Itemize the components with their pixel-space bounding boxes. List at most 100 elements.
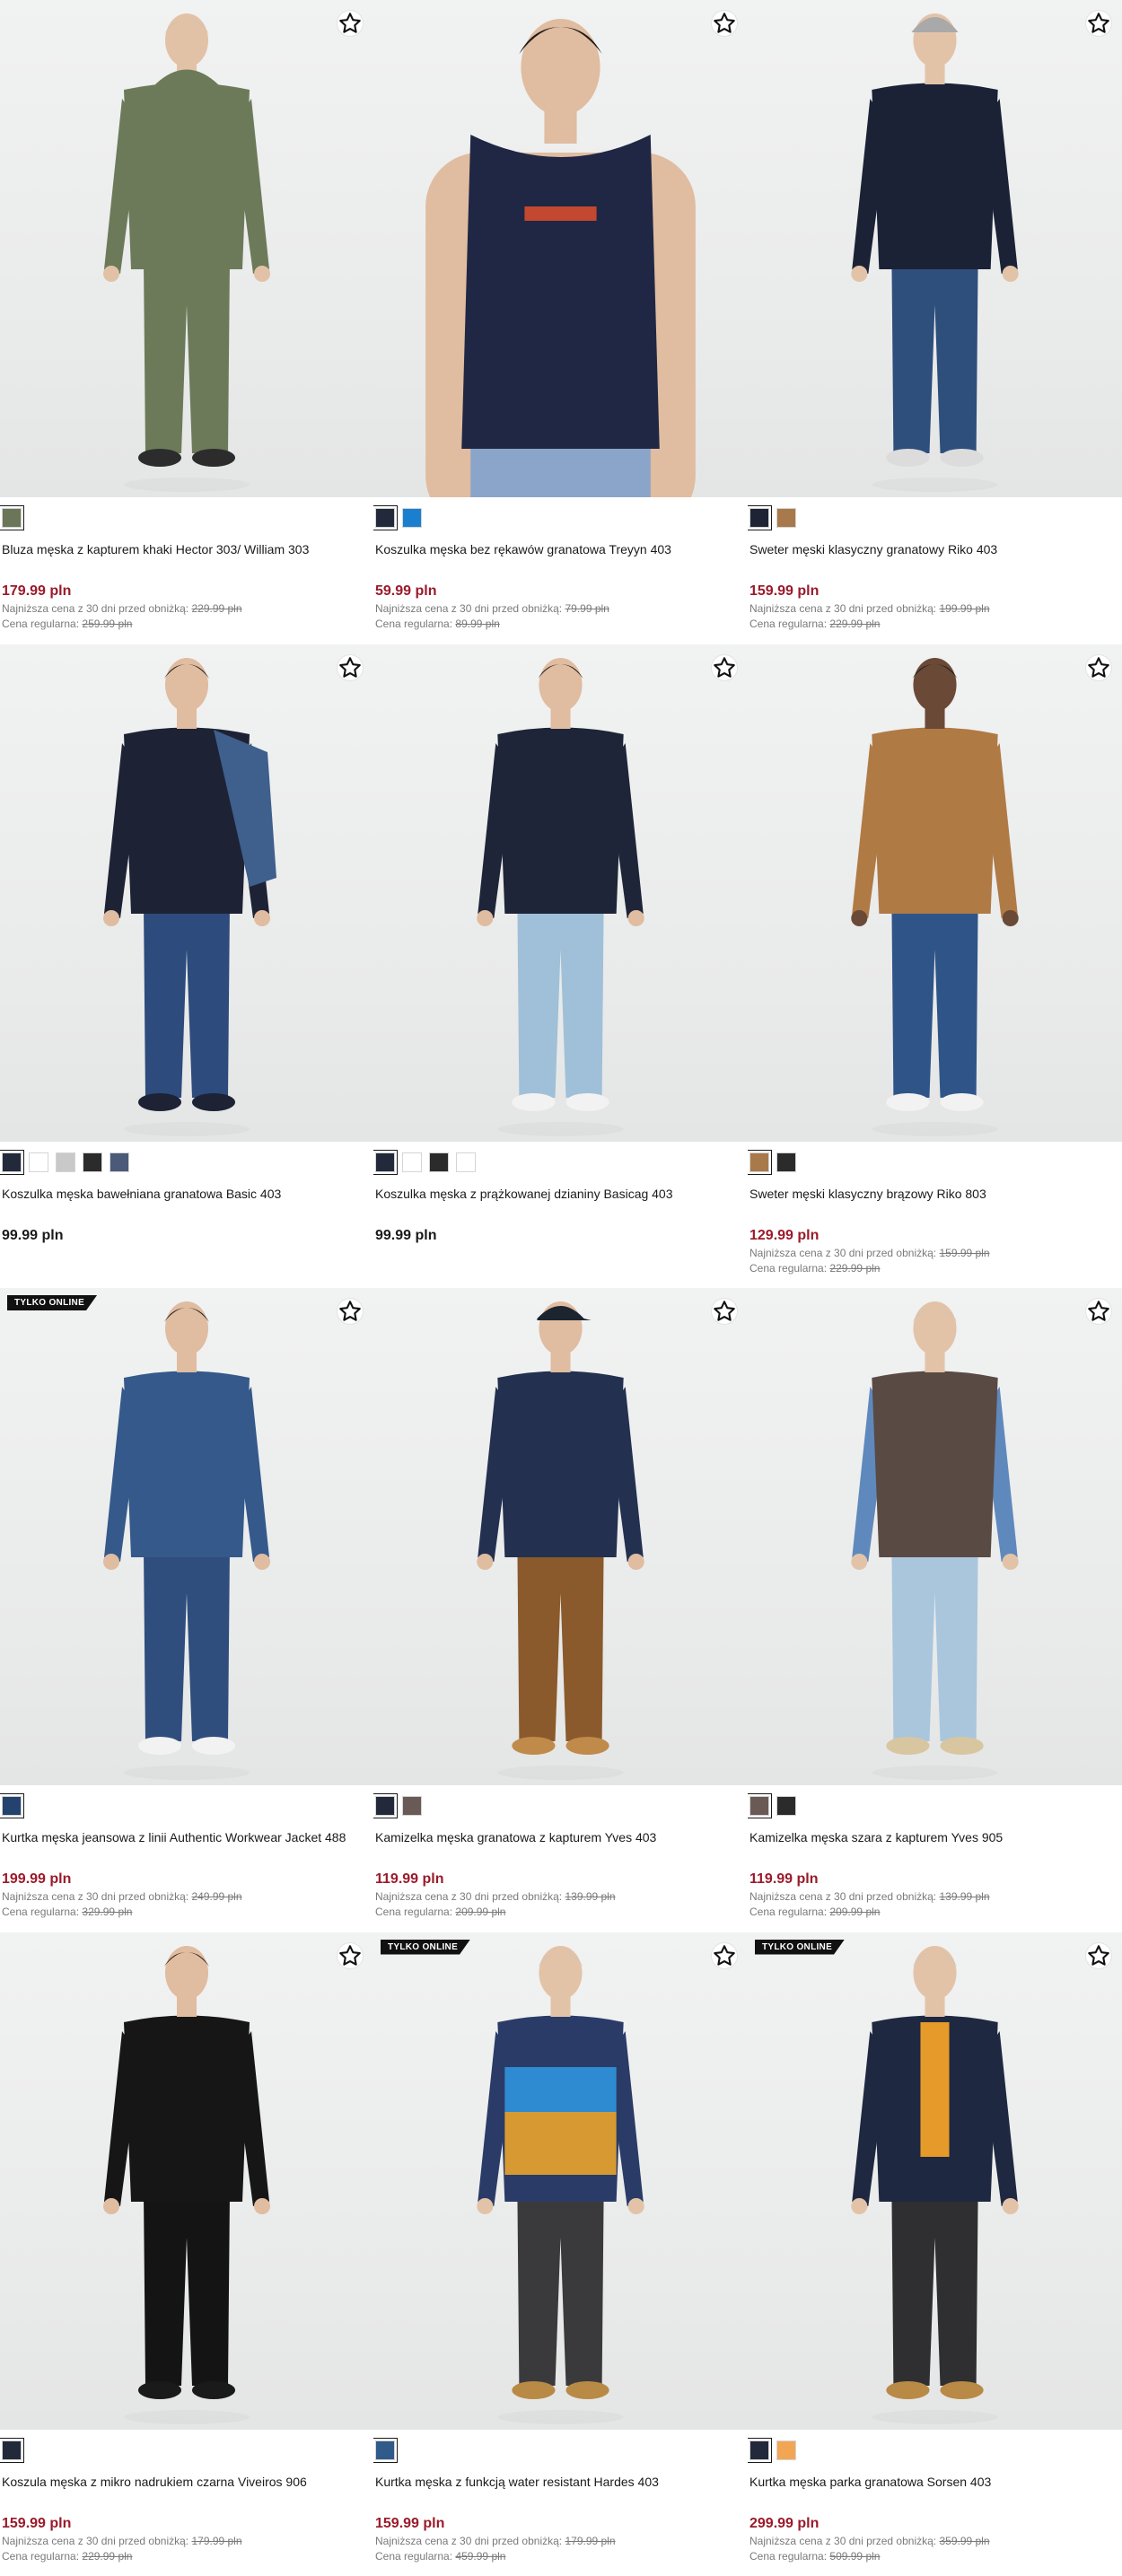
product-card[interactable]: Koszulka męska bawełniana granatowa Basi… [0,644,373,1289]
product-photo[interactable]: TYLKO ONLINE [0,1288,373,1785]
color-swatch[interactable] [402,508,422,528]
color-swatch[interactable] [373,1149,398,1175]
lowest-price-note: Najniższa cena z 30 dni przed obniżką: 2… [2,602,242,615]
favorite-star-icon[interactable] [712,1299,737,1324]
color-swatch[interactable] [776,1796,796,1816]
favorite-star-icon[interactable] [337,1299,363,1324]
regular-price-note: Cena regularna: 459.99 pln [375,2549,506,2563]
color-swatch[interactable] [748,1793,772,1818]
product-photo[interactable]: TYLKO ONLINE [373,1932,748,2430]
color-swatch[interactable] [373,505,398,530]
color-swatch[interactable] [776,508,796,528]
product-name[interactable]: Koszulka męska bez rękawów granatowa Tre… [375,542,746,558]
favorite-star-icon[interactable] [712,11,737,36]
lowest-price-note: Najniższa cena z 30 dni przed obniżką: 1… [375,1890,616,1903]
price-block: 179.99 pln Najniższa cena z 30 dni przed… [2,583,372,630]
product-card[interactable]: Koszulka męska bez rękawów granatowa Tre… [373,0,748,644]
favorite-star-icon[interactable] [1086,654,1111,680]
current-price: 199.99 pln [2,1871,72,1887]
model-figure [851,1301,1019,1780]
model-figure [851,657,1019,1136]
color-swatch[interactable] [748,2437,772,2463]
product-name[interactable]: Koszulka męska z prążkowanej dzianiny Ba… [375,1187,746,1203]
product-name[interactable]: Koszulka męska bawełniana granatowa Basi… [2,1187,372,1203]
product-photo[interactable] [0,644,373,1142]
color-swatch[interactable] [429,1152,449,1172]
product-card[interactable]: Koszula męska z mikro nadrukiem czarna V… [0,1932,373,2576]
color-swatch[interactable] [0,2437,24,2463]
product-name[interactable]: Sweter męski klasyczny granatowy Riko 40… [749,542,1120,558]
product-photo[interactable] [373,1288,748,1785]
product-card[interactable]: TYLKO ONLINE Kurtka męska z funkcją wate… [373,1932,748,2576]
product-name[interactable]: Kamizelka męska granatowa z kapturem Yve… [375,1830,746,1846]
current-price: 159.99 pln [375,2515,445,2531]
color-swatch[interactable] [373,1793,398,1818]
regular-price-note: Cena regularna: 89.99 pln [375,618,500,630]
favorite-star-icon[interactable] [337,654,363,680]
product-card[interactable]: Kamizelka męska szara z kapturem Yves 90… [748,1288,1122,1932]
product-card[interactable]: Koszulka męska z prążkowanej dzianiny Ba… [373,644,748,1289]
product-name[interactable]: Koszula męska z mikro nadrukiem czarna V… [2,2475,372,2491]
product-photo[interactable] [748,644,1122,1142]
color-swatch[interactable] [456,1152,476,1172]
product-card[interactable]: TYLKO ONLINE Kurtka męska parka granatow… [748,1932,1122,2576]
color-swatches [748,497,1120,530]
model-figure [103,1301,270,1780]
product-name[interactable]: Bluza męska z kapturem khaki Hector 303/… [2,542,372,558]
color-swatch[interactable] [402,1152,422,1172]
product-name[interactable]: Kurtka męska jeansowa z linii Authentic … [2,1830,372,1846]
regular-price-note: Cena regularna: 509.99 pln [749,2549,881,2563]
product-name[interactable]: Kurtka męska parka granatowa Sorsen 403 [749,2475,1120,2491]
product-photo[interactable] [0,0,373,497]
favorite-star-icon[interactable] [337,1942,363,1968]
product-photo[interactable] [373,644,748,1142]
color-swatch[interactable] [402,1796,422,1816]
color-swatch[interactable] [748,505,772,530]
price-block: 119.99 pln Najniższa cena z 30 dni przed… [749,1871,1120,1918]
price-block: 59.99 pln Najniższa cena z 30 dni przed … [375,583,746,630]
favorite-star-icon[interactable] [1086,11,1111,36]
color-swatch[interactable] [776,2440,796,2460]
favorite-star-icon[interactable] [337,11,363,36]
product-photo[interactable] [748,0,1122,497]
color-swatch[interactable] [29,1152,48,1172]
color-swatches [0,1142,372,1175]
color-swatch[interactable] [373,2437,398,2463]
product-card[interactable]: Sweter męski klasyczny brązowy Riko 803 … [748,644,1122,1289]
regular-price-note: Cena regularna: 229.99 pln [2,2549,133,2563]
color-swatches [373,1142,746,1175]
product-photo[interactable]: TYLKO ONLINE [748,1932,1122,2430]
product-photo[interactable] [0,1932,373,2430]
favorite-star-icon[interactable] [1086,1299,1111,1324]
model-figure [851,1945,1019,2424]
product-name[interactable]: Kamizelka męska szara z kapturem Yves 90… [749,1830,1120,1846]
product-photo[interactable] [748,1288,1122,1785]
color-swatch[interactable] [110,1152,129,1172]
color-swatch[interactable] [83,1152,102,1172]
product-card[interactable]: Kamizelka męska granatowa z kapturem Yve… [373,1288,748,1932]
product-photo[interactable] [373,0,748,497]
regular-price-note: Cena regularna: 209.99 pln [749,1906,881,1918]
product-name[interactable]: Kurtka męska z funkcją water resistant H… [375,2475,746,2491]
color-swatch[interactable] [0,505,24,530]
current-price: 119.99 pln [375,1871,444,1887]
color-swatch[interactable] [0,1793,24,1818]
model-figure [477,1301,644,1780]
current-price: 119.99 pln [749,1871,819,1887]
color-swatch[interactable] [748,1149,772,1175]
favorite-star-icon[interactable] [712,654,737,680]
current-price: 59.99 pln [375,583,437,599]
favorite-star-icon[interactable] [712,1942,737,1968]
color-swatch[interactable] [0,1149,24,1175]
price-block: 99.99 pln [375,1228,746,1244]
product-card[interactable]: Sweter męski klasyczny granatowy Riko 40… [748,0,1122,644]
product-card[interactable]: TYLKO ONLINE Kurtka męska jeansowa z lin… [0,1288,373,1932]
favorite-star-icon[interactable] [1086,1942,1111,1968]
current-price: 129.99 pln [749,1227,820,1243]
color-swatch[interactable] [56,1152,75,1172]
product-name[interactable]: Sweter męski klasyczny brązowy Riko 803 [749,1187,1120,1203]
regular-price-note: Cena regularna: 209.99 pln [375,1906,506,1918]
product-card[interactable]: Bluza męska z kapturem khaki Hector 303/… [0,0,373,644]
color-swatch[interactable] [776,1152,796,1172]
model-figure [103,1945,270,2424]
